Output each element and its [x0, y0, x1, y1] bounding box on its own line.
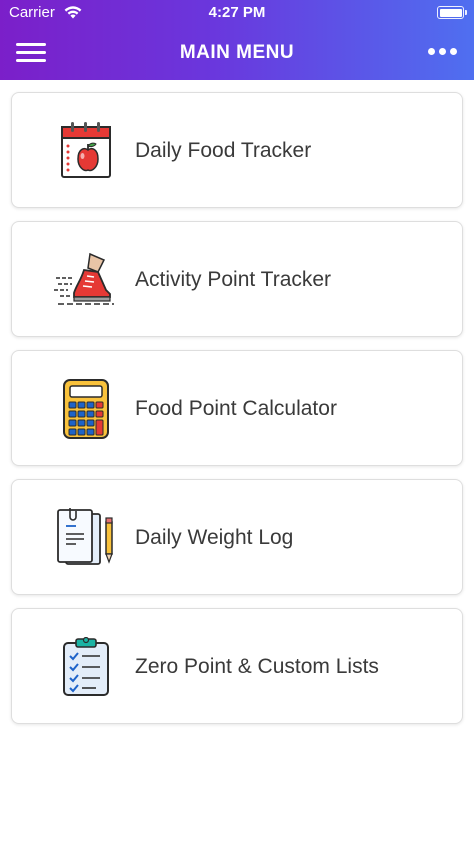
menu-item-label: Activity Point Tracker	[135, 268, 332, 291]
nav-bar: MAIN MENU	[0, 26, 474, 80]
app-header: Carrier 4:27 PM MAIN MENU	[0, 0, 474, 80]
calculator-icon	[63, 379, 109, 439]
more-dots-icon[interactable]	[428, 48, 458, 56]
clipboard-checklist-icon	[63, 637, 109, 696]
status-bar: Carrier 4:27 PM	[0, 0, 474, 26]
notepad-pencil-icon	[57, 508, 113, 565]
running-shoe-icon	[54, 252, 114, 305]
menu-item-label: Daily Weight Log	[135, 526, 294, 549]
menu-item-food-point-calculator[interactable]: Food Point Calculator	[11, 350, 463, 466]
menu-item-activity-point-tracker[interactable]: Activity Point Tracker	[11, 221, 463, 337]
main-menu-list: Daily Food Tracker Activity Point Tracke…	[11, 92, 463, 737]
menu-item-label: Zero Point & Custom Lists	[135, 655, 379, 678]
menu-item-zero-point-custom-lists[interactable]: Zero Point & Custom Lists	[11, 608, 463, 724]
menu-item-daily-food-tracker[interactable]: Daily Food Tracker	[11, 92, 463, 208]
menu-item-daily-weight-log[interactable]: Daily Weight Log	[11, 479, 463, 595]
menu-item-label: Food Point Calculator	[135, 397, 337, 420]
status-time: 4:27 PM	[208, 4, 266, 21]
menu-item-label: Daily Food Tracker	[135, 139, 312, 162]
page-title: MAIN MENU	[179, 42, 295, 63]
battery-icon	[437, 6, 467, 19]
calendar-apple-icon	[61, 122, 111, 178]
